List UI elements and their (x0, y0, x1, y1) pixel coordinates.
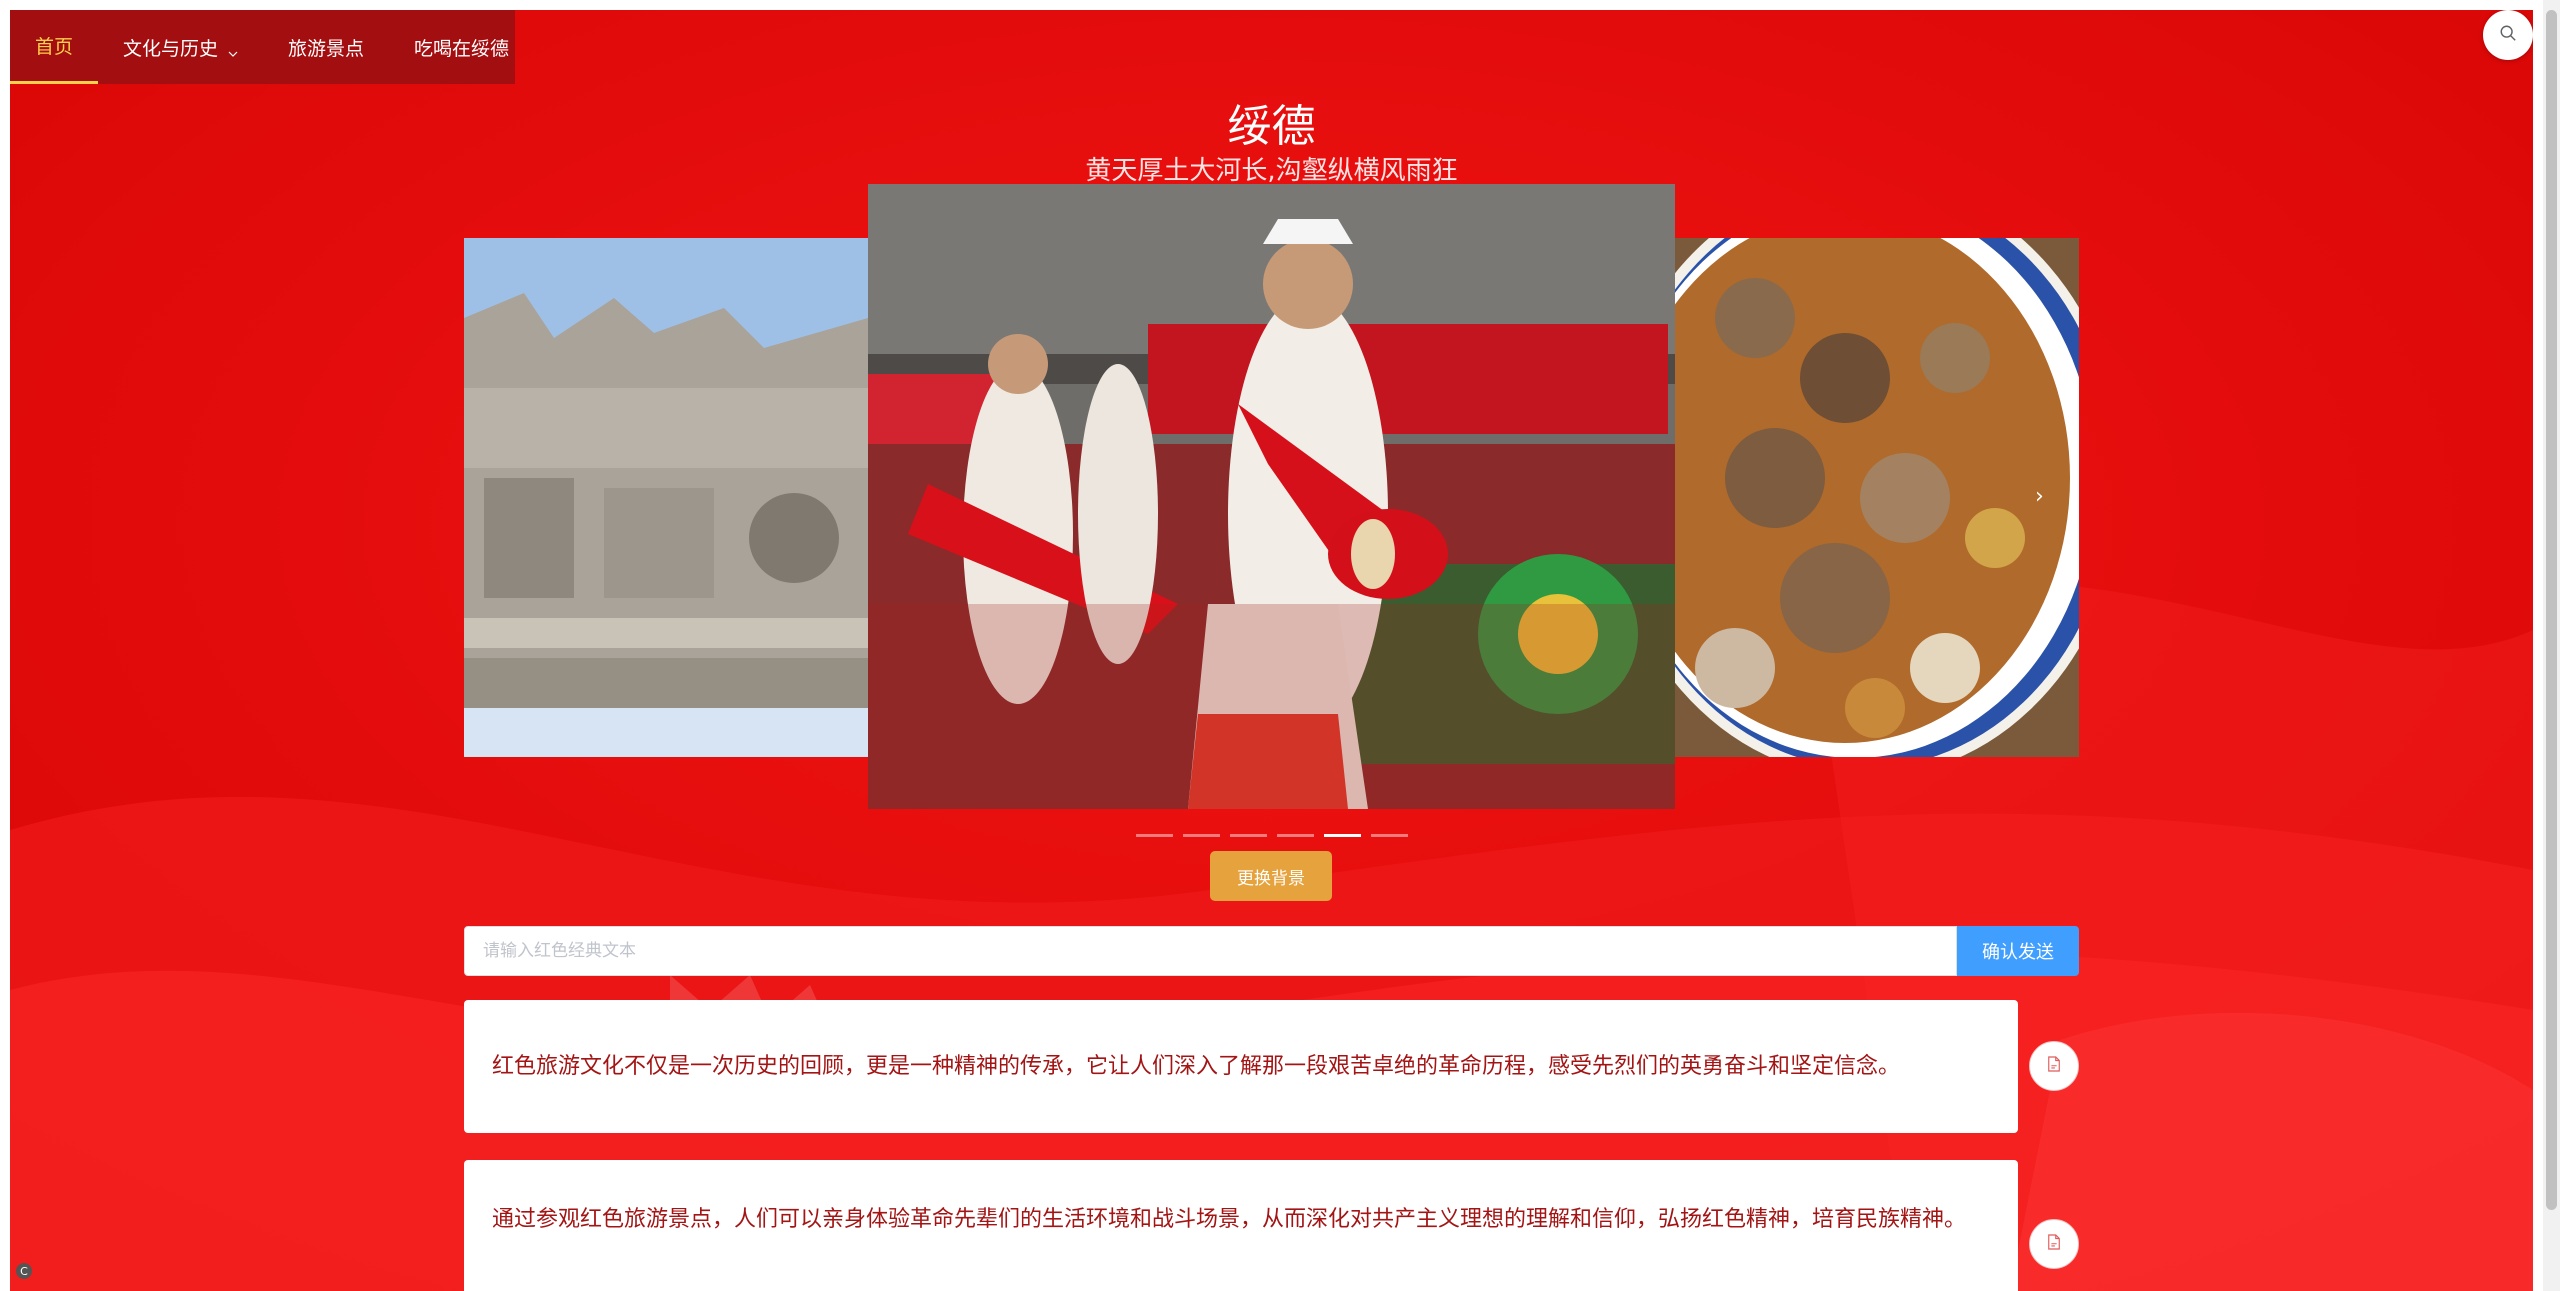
page-subtitle: 黄天厚土大河长,沟壑纵横风雨狂 (1085, 156, 1458, 186)
pdf-export-button[interactable] (2029, 1041, 2079, 1091)
carousel-indicators (1136, 834, 1408, 837)
nav-item-culture-history[interactable]: 文化与历史 (98, 10, 263, 84)
carousel-indicator[interactable] (1183, 834, 1220, 837)
scrollbar-thumb[interactable] (2546, 10, 2557, 1210)
carousel-indicator[interactable] (1277, 834, 1314, 837)
scrollbar[interactable] (2543, 0, 2560, 1291)
page: 首页 文化与历史 旅游景点 吃喝在绥德 绥德 黄天厚土大河长,沟壑纵横风雨狂 ›… (10, 10, 2533, 1291)
nav-item-attractions[interactable]: 旅游景点 (263, 10, 389, 84)
image-carousel: › (464, 184, 2079, 844)
waist-drum-dancer-photo (868, 184, 1675, 809)
nav-item-label: 文化与历史 (123, 37, 219, 60)
carousel-indicator[interactable] (1371, 834, 1408, 837)
carousel-slide-mutton[interactable] (1675, 238, 2079, 757)
pdf-document-icon (2047, 1055, 2061, 1077)
nav-item-food[interactable]: 吃喝在绥德 (389, 10, 534, 84)
text-card: 红色旅游文化不仅是一次历史的回顾，更是一种精神的传承，它让人们深入了解那一段艰苦… (464, 1000, 2018, 1133)
text-card: 通过参观红色旅游景点，人们可以亲身体验革命先辈们的生活环境和战斗场景，从而深化对… (464, 1160, 2018, 1291)
carousel-slide-archway[interactable] (464, 238, 868, 757)
stone-archway-photo (464, 238, 868, 757)
nav-item-home[interactable]: 首页 (10, 10, 99, 84)
chevron-down-icon (228, 42, 238, 57)
nav-item-label: 首页 (35, 36, 74, 58)
carousel-next-arrow[interactable]: › (2035, 484, 2044, 509)
search-icon (2499, 24, 2517, 47)
change-background-button[interactable]: 更换背景 (1210, 851, 1332, 901)
search-button[interactable] (2483, 10, 2533, 60)
text-card-content: 通过参观红色旅游景点，人们可以亲身体验革命先辈们的生活环境和战斗场景，从而深化对… (492, 1207, 1967, 1232)
confirm-send-button[interactable]: 确认发送 (1957, 926, 2079, 976)
text-card-content: 红色旅游文化不仅是一次历史的回顾，更是一种精神的传承，它让人们深入了解那一段艰苦… (492, 1053, 1901, 1079)
corner-badge-icon: C (16, 1263, 32, 1279)
stewed-mutton-bowl-photo (1675, 238, 2079, 757)
carousel-indicator-active[interactable] (1324, 834, 1361, 837)
nav-item-label: 吃喝在绥德 (414, 37, 510, 60)
pdf-document-icon (2047, 1233, 2061, 1255)
carousel-slide-drum-dance[interactable] (868, 184, 1675, 809)
top-nav: 首页 文化与历史 旅游景点 吃喝在绥德 (10, 10, 515, 84)
page-title: 绥德 (1227, 101, 1316, 152)
nav-item-label: 旅游景点 (288, 37, 365, 60)
red-classic-text-input[interactable] (464, 926, 1957, 976)
carousel-indicator[interactable] (1230, 834, 1267, 837)
carousel-indicator[interactable] (1136, 834, 1173, 837)
pdf-export-button[interactable] (2029, 1219, 2079, 1269)
